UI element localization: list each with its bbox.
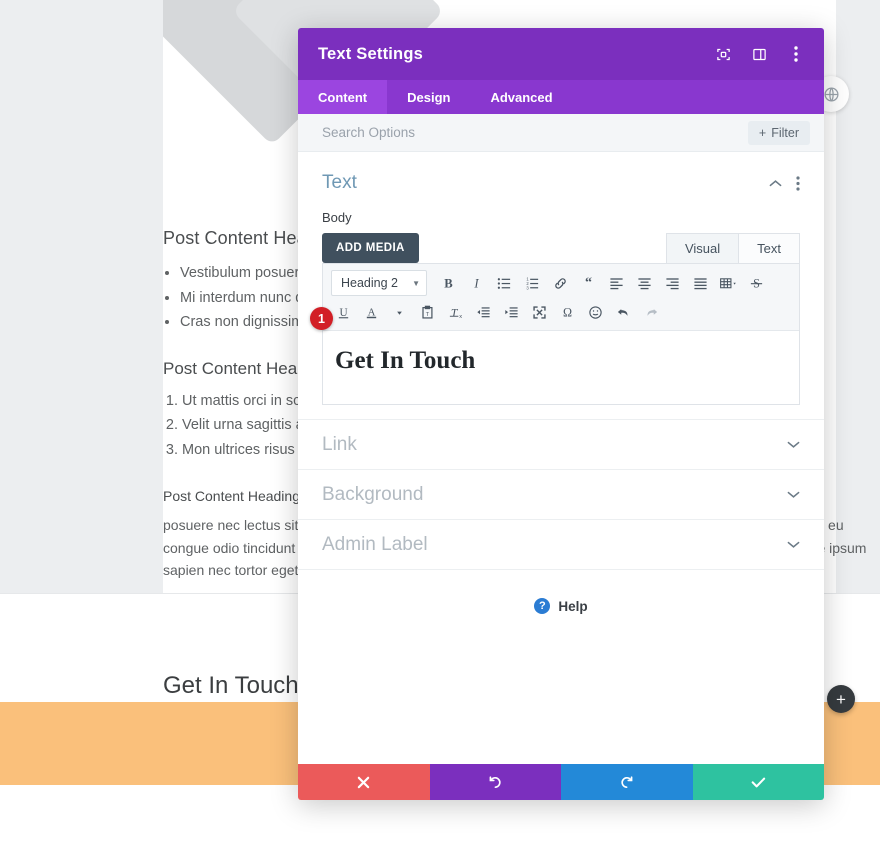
editor-frame: Heading 2 ▼ B I 123 “ S U A T T x Ω Get … xyxy=(322,263,800,405)
chevron-down-icon[interactable] xyxy=(787,490,800,499)
redo-icon[interactable] xyxy=(639,300,664,325)
vertical-dots-icon[interactable] xyxy=(787,46,804,63)
svg-text:T: T xyxy=(451,306,459,319)
emoji-icon[interactable] xyxy=(583,300,608,325)
step-badge-1: 1 xyxy=(310,307,333,330)
redo-button[interactable] xyxy=(561,764,693,800)
modal-footer xyxy=(298,764,824,800)
align-left-icon[interactable] xyxy=(604,271,629,296)
text-color-icon[interactable]: A xyxy=(359,300,384,325)
svg-text:3: 3 xyxy=(526,285,529,290)
search-input[interactable] xyxy=(322,125,748,140)
tab-advanced[interactable]: Advanced xyxy=(470,80,572,114)
modal-tab-bar: Content Design Advanced xyxy=(298,80,824,114)
get-in-touch-heading: Get In Touch xyxy=(163,672,299,699)
special-character-icon[interactable]: Ω xyxy=(555,300,580,325)
format-select[interactable]: Heading 2 ▼ xyxy=(331,270,427,296)
chevron-down-icon[interactable] xyxy=(787,440,800,449)
chevron-up-icon[interactable] xyxy=(769,179,782,188)
numbered-list-icon[interactable]: 123 xyxy=(520,271,545,296)
help-link[interactable]: ? Help xyxy=(298,569,824,644)
editor-mode-tabs: Visual Text xyxy=(665,233,800,263)
svg-text:A: A xyxy=(368,306,376,318)
align-right-icon[interactable] xyxy=(660,271,685,296)
bulleted-list-icon[interactable] xyxy=(492,271,517,296)
body-field-label: Body xyxy=(322,210,352,225)
save-button[interactable] xyxy=(692,764,824,800)
help-label: Help xyxy=(558,598,588,614)
vertical-dots-icon[interactable] xyxy=(796,175,800,191)
tab-content[interactable]: Content xyxy=(298,80,388,114)
text-settings-modal: Text Settings Content Design Advanced Se… xyxy=(298,28,824,800)
fullscreen-icon[interactable] xyxy=(527,300,552,325)
section-text-header: Text xyxy=(322,152,800,198)
tab-design[interactable]: Design xyxy=(387,80,470,114)
link-icon[interactable] xyxy=(548,271,573,296)
question-mark-icon: ? xyxy=(534,598,551,614)
section-text: Text Body ADD MEDIA Visual Text Heading … xyxy=(298,152,824,405)
chevron-down-icon[interactable] xyxy=(787,540,800,549)
indent-icon[interactable] xyxy=(499,300,524,325)
editor-top-controls: ADD MEDIA Visual Text xyxy=(322,233,800,263)
clear-formatting-icon[interactable]: Tx xyxy=(443,300,468,325)
editor-tab-text[interactable]: Text xyxy=(738,233,800,263)
svg-text:B: B xyxy=(444,276,453,290)
svg-text:T: T xyxy=(426,312,430,318)
body-editor: ADD MEDIA Visual Text Heading 2 ▼ B I 1 … xyxy=(322,233,800,405)
align-center-icon[interactable] xyxy=(632,271,657,296)
modal-header-icons xyxy=(715,46,804,63)
color-dropdown-icon[interactable] xyxy=(387,300,412,325)
search-options-bar: + Filter xyxy=(298,114,824,152)
panel-layout-icon[interactable] xyxy=(751,46,768,63)
format-select-value: Heading 2 xyxy=(341,276,398,290)
section-link-title: Link xyxy=(322,433,357,455)
focus-target-icon[interactable] xyxy=(715,46,732,63)
filter-label: Filter xyxy=(771,125,799,140)
left-gutter xyxy=(0,0,163,593)
blockquote-icon[interactable]: “ xyxy=(576,271,601,296)
align-justify-icon[interactable] xyxy=(688,271,713,296)
strikethrough-icon[interactable]: S xyxy=(744,271,769,296)
svg-text:I: I xyxy=(473,276,479,290)
svg-text:“: “ xyxy=(585,276,592,290)
section-text-actions xyxy=(769,175,800,191)
svg-text:Ω: Ω xyxy=(563,306,572,320)
table-icon[interactable] xyxy=(716,271,741,296)
undo-button[interactable] xyxy=(429,764,561,800)
plus-icon: + xyxy=(758,125,767,140)
svg-text:x: x xyxy=(459,314,462,320)
italic-icon[interactable]: I xyxy=(464,271,489,296)
section-admin-label-title: Admin Label xyxy=(322,533,428,555)
paste-as-text-icon[interactable]: T xyxy=(415,300,440,325)
editor-content-area[interactable]: Get In Touch xyxy=(323,331,799,404)
modal-body: Text Body ADD MEDIA Visual Text Heading … xyxy=(298,152,824,764)
section-link[interactable]: Link xyxy=(298,419,824,469)
editor-tab-visual[interactable]: Visual xyxy=(665,233,740,263)
editor-toolbar-row-1: Heading 2 ▼ B I 123 “ S xyxy=(331,270,791,296)
section-background-title: Background xyxy=(322,483,424,505)
bold-icon[interactable]: B xyxy=(436,271,461,296)
section-admin-label[interactable]: Admin Label xyxy=(298,519,824,569)
section-text-title: Text xyxy=(322,172,357,193)
svg-text:U: U xyxy=(339,307,347,319)
add-media-button[interactable]: ADD MEDIA xyxy=(322,233,419,263)
cancel-button[interactable] xyxy=(298,764,430,800)
undo-icon[interactable] xyxy=(611,300,636,325)
underline-icon[interactable]: U xyxy=(331,300,356,325)
outdent-icon[interactable] xyxy=(471,300,496,325)
chevron-down-icon: ▼ xyxy=(412,278,420,288)
section-background[interactable]: Background xyxy=(298,469,824,519)
modal-title: Text Settings xyxy=(318,44,423,63)
modal-header: Text Settings xyxy=(298,28,824,80)
filter-button[interactable]: + Filter xyxy=(747,120,810,145)
add-module-button[interactable]: + xyxy=(827,685,855,713)
editor-toolbar: Heading 2 ▼ B I 123 “ S U A T T x Ω xyxy=(323,264,799,331)
editor-toolbar-row-2: U A T Tx Ω xyxy=(331,300,791,325)
